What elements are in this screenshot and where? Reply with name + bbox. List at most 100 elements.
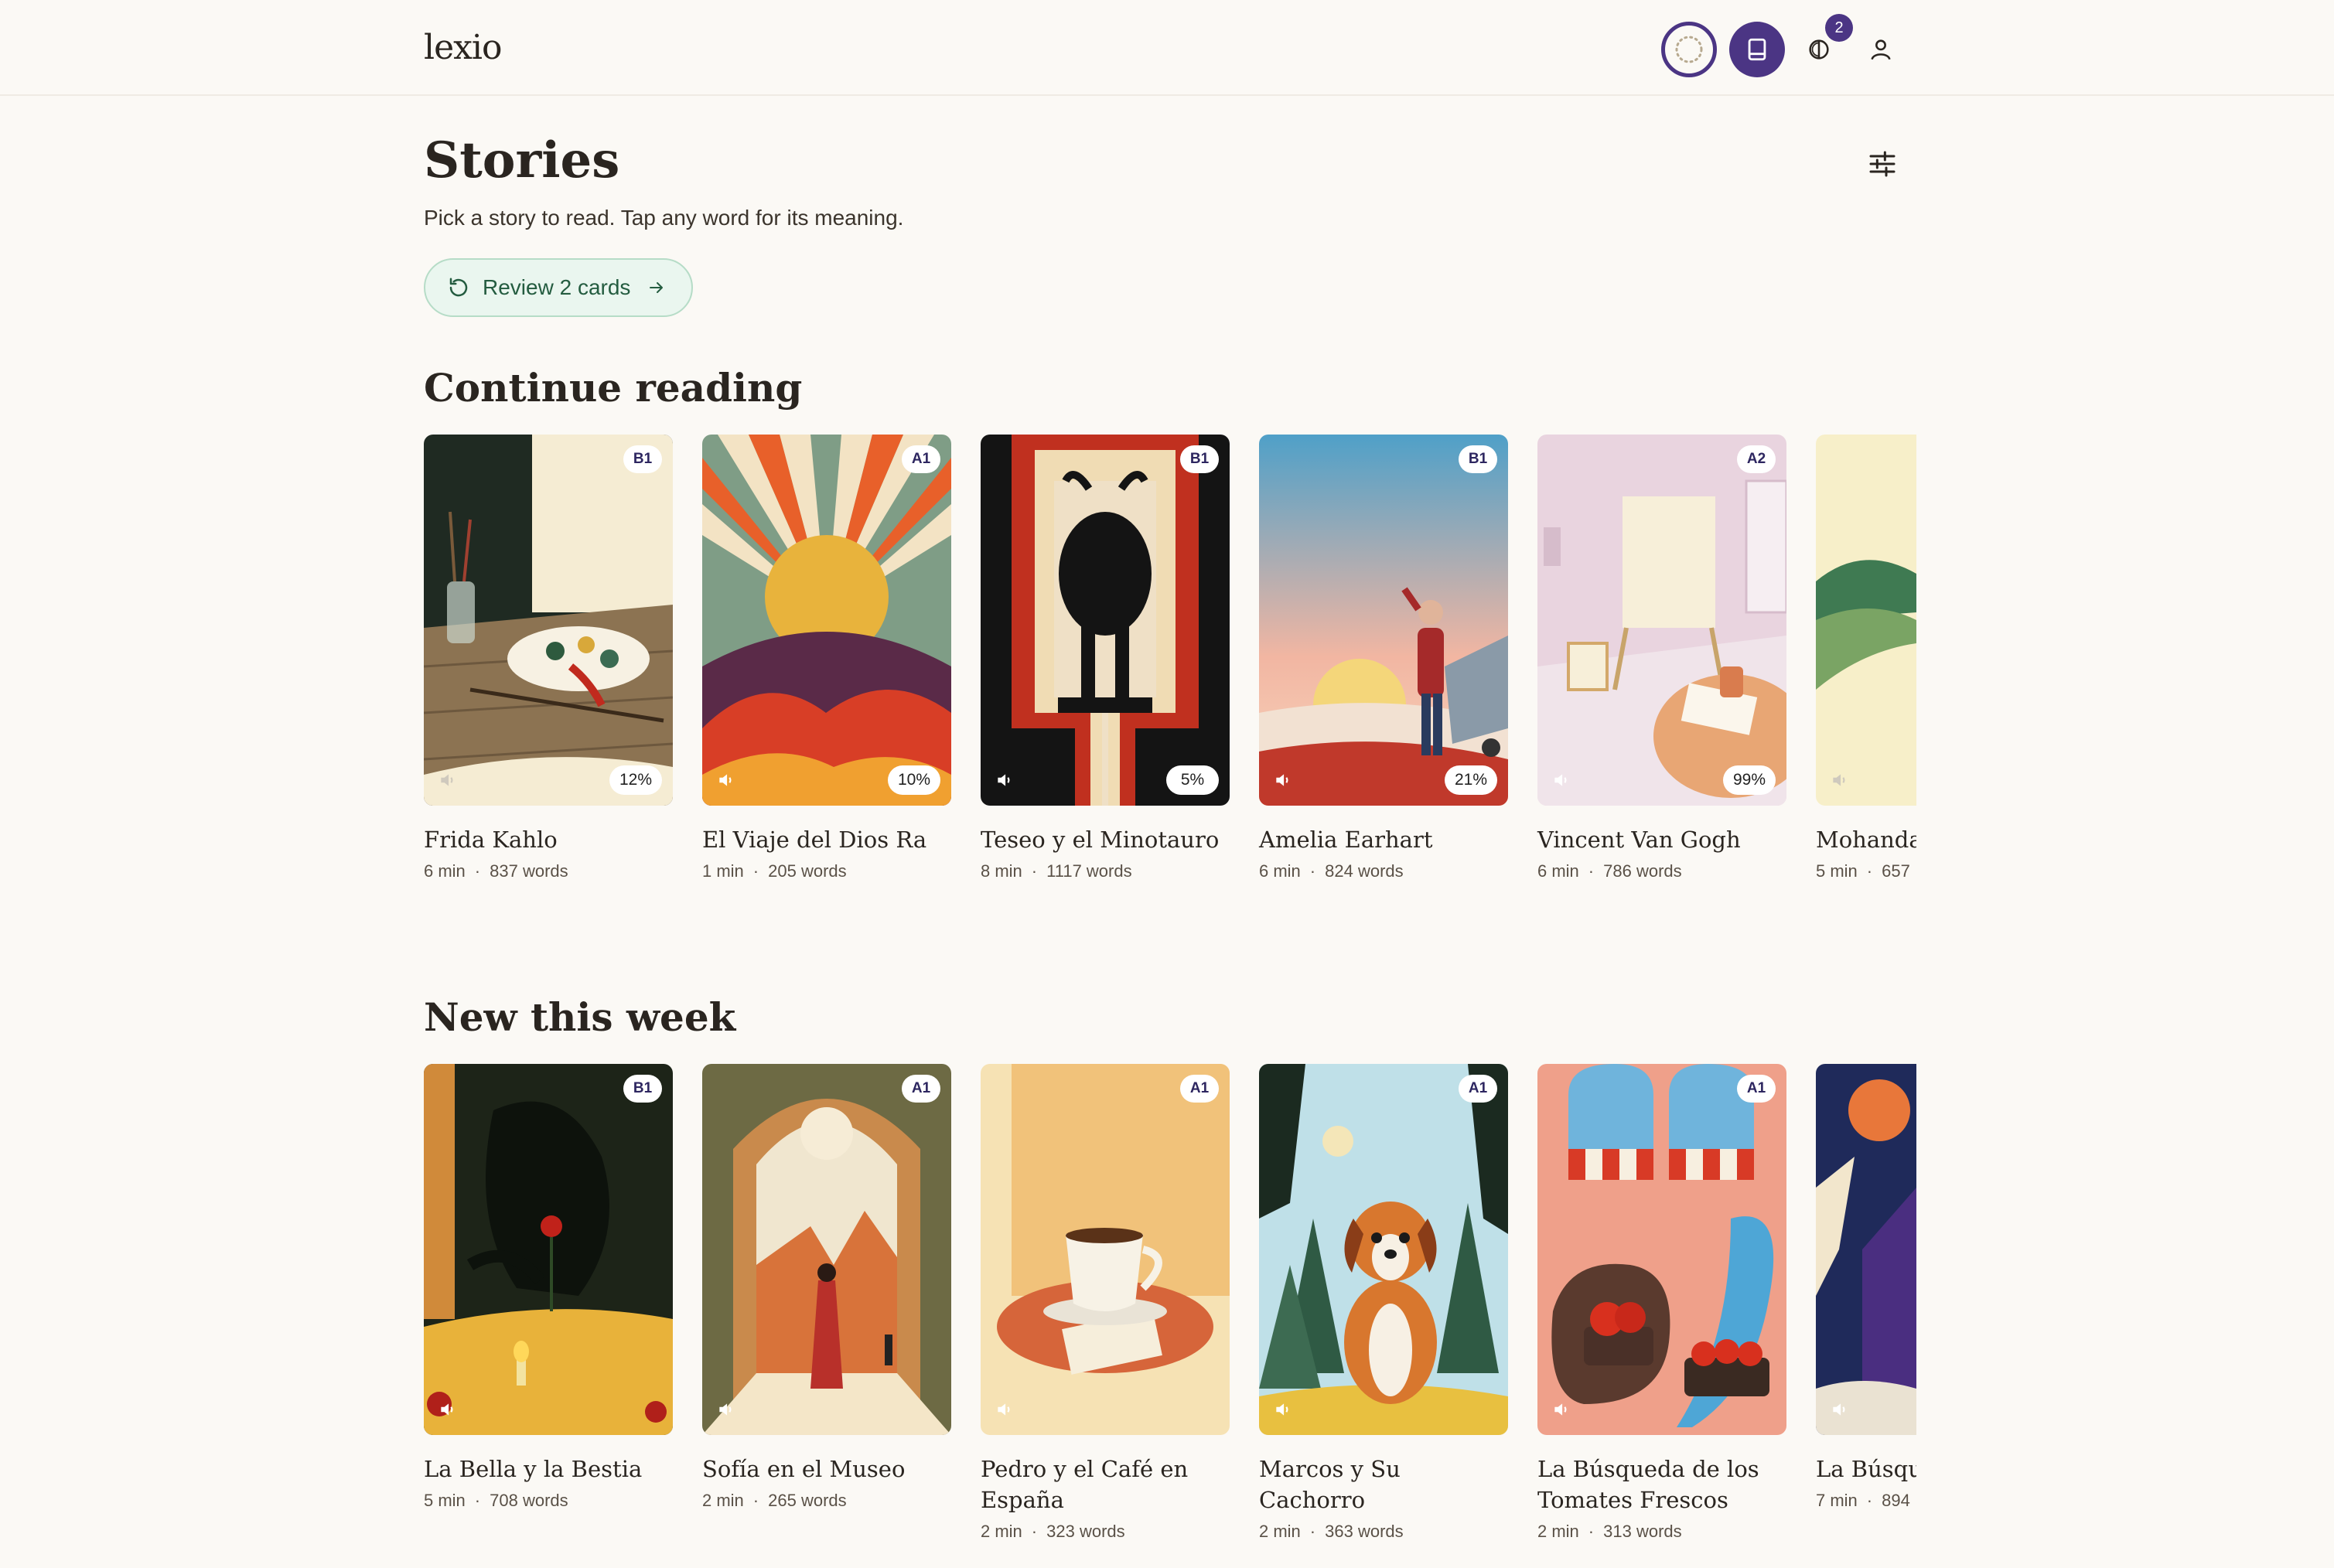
new-this-week-title: New this week: [424, 994, 736, 1040]
story-duration: 8 min: [981, 861, 1022, 881]
story-word-count: 657: [1882, 861, 1910, 881]
story-cover: B1 12%: [424, 435, 673, 806]
story-cover: A1: [1259, 1064, 1508, 1435]
story-meta: 6 min · 824 words: [1259, 861, 1404, 881]
audio-button[interactable]: [1548, 1396, 1575, 1423]
level-badge: B1: [1459, 445, 1497, 473]
level-badge: B1: [1180, 445, 1219, 473]
speaker-icon: [1554, 774, 1567, 786]
story-illustration: [702, 435, 951, 806]
page-subtitle: Pick a story to read. Tap any word for i…: [424, 206, 904, 230]
speaker-icon: [1833, 1403, 1845, 1416]
story-cover: A1: [981, 1064, 1230, 1435]
story-card[interactable]: A2 99% Vincent Van Gogh 6 min · 786 words: [1537, 435, 1786, 881]
story-word-count: 786 words: [1603, 861, 1682, 881]
progress-badge: 21%: [1445, 765, 1497, 795]
story-meta: 2 min · 363 words: [1259, 1522, 1404, 1541]
story-card[interactable]: A1 Pedro y el Café en España 2 min · 323 w…: [981, 1064, 1230, 1542]
story-cover: B1 5%: [981, 435, 1230, 806]
story-title: Amelia Earhart: [1259, 827, 1433, 853]
story-word-count: 708 words: [490, 1491, 568, 1510]
notification-badge: 2: [1825, 14, 1853, 42]
progress-badge: 99%: [1723, 765, 1776, 795]
speaker-icon: [1276, 774, 1288, 786]
story-title: Vincent Van Gogh: [1537, 827, 1741, 853]
audio-button[interactable]: [991, 1396, 1018, 1423]
story-illustration: [1537, 1064, 1786, 1435]
level-badge: A1: [902, 1075, 940, 1103]
story-illustration: [1816, 1064, 1916, 1435]
story-word-count: 894: [1882, 1491, 1910, 1510]
story-card[interactable]: Mohandas 5 min·657: [1816, 435, 1916, 881]
story-meta: 8 min · 1117 words: [981, 861, 1132, 881]
contrast-icon: [1809, 39, 1829, 60]
new-this-week-row: B1 La Bella y la Bestia 5 min · 708 words …: [424, 1064, 1916, 1559]
review-cards-button[interactable]: Review 2 cards: [424, 258, 693, 317]
story-duration: 2 min: [1259, 1522, 1301, 1541]
story-card[interactable]: A1 10% El Viaje del Dios Ra 1 min · 205 wo…: [702, 435, 951, 881]
book-icon: [1748, 38, 1766, 61]
story-word-count: 205 words: [768, 861, 847, 881]
story-cover: B1: [424, 1064, 673, 1435]
user-icon: [1871, 39, 1891, 60]
audio-button[interactable]: [1270, 1396, 1296, 1423]
audio-button[interactable]: [1827, 1396, 1853, 1423]
speaker-icon: [998, 1403, 1010, 1416]
story-word-count: 313 words: [1603, 1522, 1682, 1541]
audio-button[interactable]: [713, 767, 739, 793]
story-cover: A2 99%: [1537, 435, 1786, 806]
story-title: La Bella y la Bestia: [424, 1456, 643, 1482]
audio-button[interactable]: [435, 767, 461, 793]
story-word-count: 265 words: [768, 1491, 847, 1510]
story-word-count: 323 words: [1046, 1522, 1125, 1541]
story-card[interactable]: A1 Marcos y Su Cachorro 2 min · 363 words: [1259, 1064, 1508, 1542]
story-duration: 6 min: [1259, 861, 1301, 881]
account-button[interactable]: [1853, 22, 1909, 77]
story-illustration: [1259, 435, 1508, 806]
progress-badge: 10%: [888, 765, 940, 795]
audio-button[interactable]: [991, 767, 1018, 793]
story-card[interactable]: A1 La Búsqueda de los Tomates Frescos 2 …: [1537, 1064, 1786, 1542]
speaker-icon: [1276, 1403, 1288, 1416]
story-duration: 7 min: [1816, 1491, 1858, 1510]
story-illustration: [1816, 435, 1916, 806]
speaker-icon: [719, 774, 732, 786]
story-card[interactable]: A1 Sofía en el Museo 2 min · 265 words: [702, 1064, 951, 1511]
story-card[interactable]: B1 21% Amelia Earhart 6 min · 824 words: [1259, 435, 1508, 881]
speaker-icon: [719, 1403, 732, 1416]
audio-button[interactable]: [435, 1396, 461, 1423]
story-illustration: [1537, 435, 1786, 806]
refresh-icon: [449, 278, 468, 297]
story-cover: A1: [702, 1064, 951, 1435]
story-illustration: [1259, 1064, 1508, 1435]
story-meta: 2 min · 313 words: [1537, 1522, 1682, 1541]
story-card[interactable]: B1 La Bella y la Bestia 5 min · 708 words: [424, 1064, 673, 1511]
story-meta: 6 min · 837 words: [424, 861, 568, 881]
filter-button[interactable]: [1862, 144, 1902, 184]
story-meta: 2 min · 265 words: [702, 1491, 847, 1510]
level-badge: A2: [1737, 445, 1776, 473]
story-card[interactable]: B1 5% Teseo y el Minotauro 8 min · 1117 wo…: [981, 435, 1230, 881]
story-title: Pedro y el Café en España: [981, 1456, 1189, 1513]
audio-button[interactable]: [713, 1396, 739, 1423]
story-illustration: [424, 435, 673, 806]
audio-button[interactable]: [1548, 767, 1575, 793]
level-badge: A1: [1737, 1075, 1776, 1103]
audio-button[interactable]: [1270, 767, 1296, 793]
app-logo[interactable]: lexio: [424, 28, 502, 67]
story-card[interactable]: B1 12% Frida Kahlo 6 min · 837 words: [424, 435, 673, 881]
library-button[interactable]: [1729, 22, 1785, 77]
speaker-icon: [998, 774, 1010, 786]
story-cover: [1816, 1064, 1916, 1435]
daily-progress-button[interactable]: [1661, 22, 1717, 77]
story-cover: A1 10%: [702, 435, 951, 806]
story-duration: 2 min: [702, 1491, 744, 1510]
story-title: Sofía en el Museo: [702, 1456, 906, 1482]
speaker-icon: [1833, 774, 1845, 786]
story-title: La Búsqueda de los Tomates Frescos: [1537, 1456, 1759, 1513]
continue-reading-row: B1 12% Frida Kahlo 6 min·837 words A1: [424, 435, 1916, 898]
story-card[interactable]: La Búsque Grial 7 min·894: [1816, 1064, 1916, 1511]
story-duration: 5 min: [1816, 861, 1858, 881]
audio-button[interactable]: [1827, 767, 1853, 793]
speaker-icon: [441, 774, 453, 786]
